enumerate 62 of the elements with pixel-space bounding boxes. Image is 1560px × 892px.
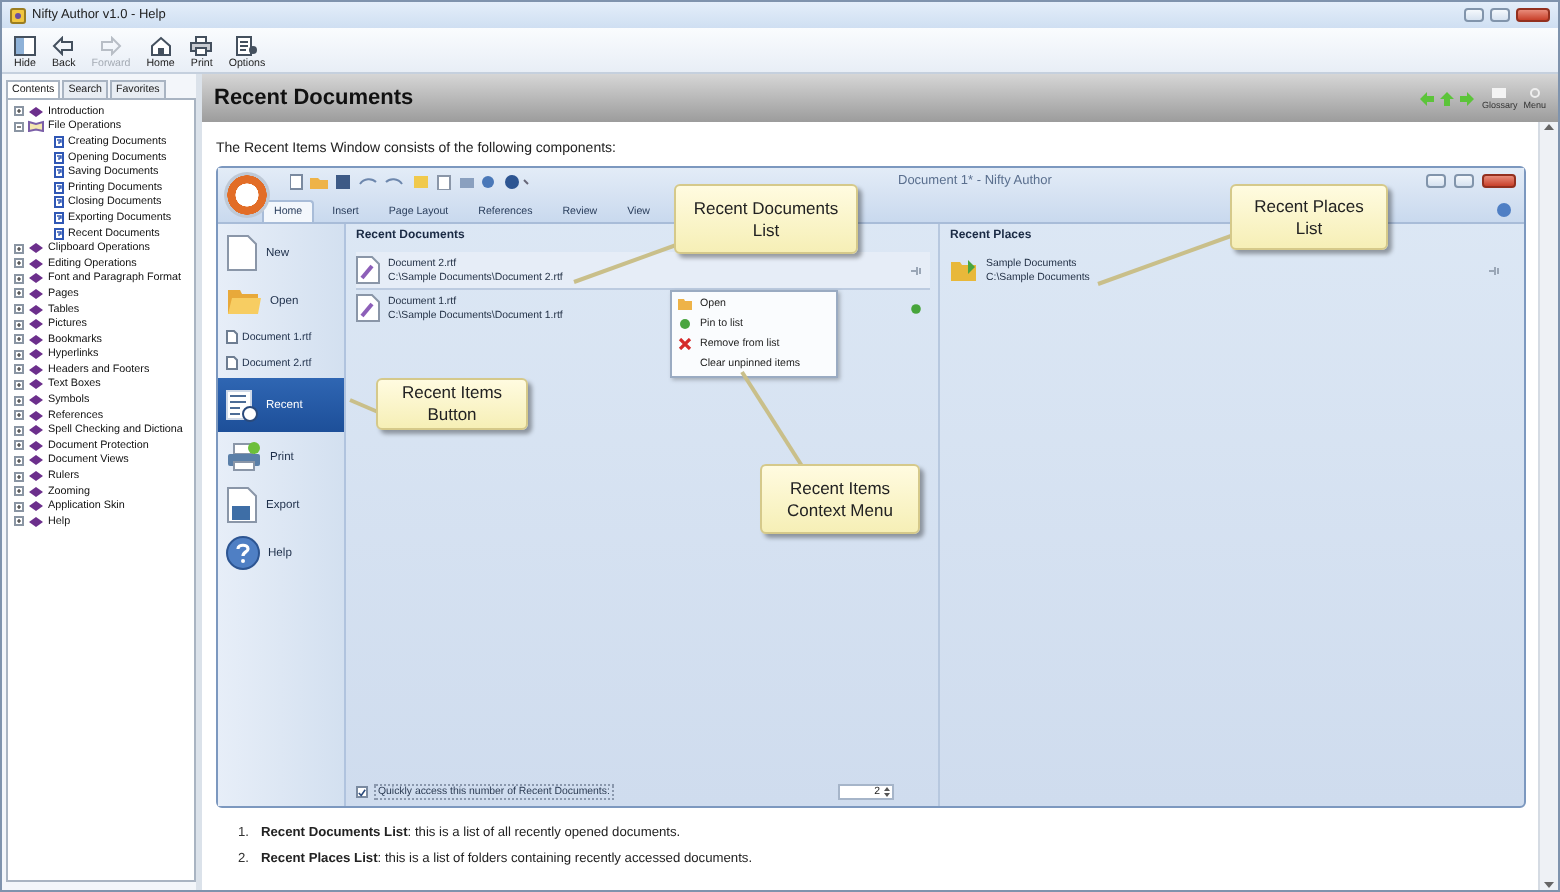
topic-title: Recent Documents: [214, 86, 414, 110]
collapse-icon[interactable]: [14, 121, 24, 132]
expand-icon[interactable]: [14, 364, 24, 375]
callout: Recent Places List: [1230, 184, 1388, 250]
expand-icon[interactable]: [14, 410, 24, 421]
expand-icon[interactable]: [14, 516, 24, 527]
spinner-arrows-icon[interactable]: [884, 786, 890, 798]
expand-icon[interactable]: [14, 349, 24, 360]
forward-arrow-icon: [100, 36, 122, 56]
expand-icon[interactable]: [14, 243, 24, 254]
help-icon[interactable]: [1496, 202, 1512, 218]
expand-icon[interactable]: [14, 425, 24, 436]
maximize-button[interactable]: [1454, 174, 1474, 188]
folder-icon: [678, 298, 692, 310]
printer-icon: [190, 36, 213, 56]
expand-icon[interactable]: [14, 501, 24, 512]
close-button[interactable]: [1482, 174, 1516, 188]
blank-page-icon: [226, 234, 258, 272]
callout: Recent Documents List: [674, 184, 858, 254]
callout: Recent Items Context Menu: [760, 464, 920, 534]
expand-icon[interactable]: [14, 395, 24, 406]
folder-icon: [950, 258, 978, 282]
callout: Recent Items Button: [376, 378, 528, 430]
expand-icon[interactable]: [14, 379, 24, 390]
folder-icon: [226, 286, 262, 316]
minimize-button[interactable]: [1426, 174, 1446, 188]
expand-icon[interactable]: [14, 288, 24, 299]
help-book-icon: [10, 7, 26, 23]
expand-icon[interactable]: [14, 440, 24, 451]
scroll-down-icon[interactable]: [1544, 880, 1554, 890]
help-icon: [226, 536, 260, 570]
open-book-icon: [28, 120, 44, 133]
panel-icon: [14, 36, 36, 56]
expand-icon[interactable]: [14, 258, 24, 269]
minimize-button[interactable]: [1464, 8, 1484, 22]
pin-icon: [678, 318, 692, 330]
back-arrow-icon: [52, 36, 75, 56]
scrollbar[interactable]: [1538, 122, 1558, 890]
leader-line: [349, 398, 379, 414]
leader-line: [740, 370, 804, 468]
expand-icon[interactable]: [14, 304, 24, 315]
printer-icon: [226, 442, 262, 472]
expand-icon[interactable]: [14, 486, 24, 497]
home-icon: [149, 36, 172, 56]
expand-icon[interactable]: [14, 471, 24, 482]
recent-list-icon: [226, 389, 258, 421]
expand-icon[interactable]: [14, 106, 24, 117]
help-page-icon: [54, 135, 64, 148]
help-page-icon: [54, 227, 64, 240]
document-icon: [356, 256, 380, 284]
expand-icon[interactable]: [14, 334, 24, 345]
remove-icon: [678, 338, 692, 350]
export-document-icon: [226, 486, 258, 524]
options-icon: [235, 36, 258, 56]
maximize-button[interactable]: [1490, 8, 1510, 22]
book-icon: [28, 105, 44, 118]
expand-icon[interactable]: [14, 273, 24, 284]
expand-icon[interactable]: [14, 455, 24, 466]
document-icon: [356, 294, 380, 322]
close-button[interactable]: [1516, 8, 1550, 22]
expand-icon[interactable]: [14, 319, 24, 330]
checkbox[interactable]: [356, 786, 368, 798]
